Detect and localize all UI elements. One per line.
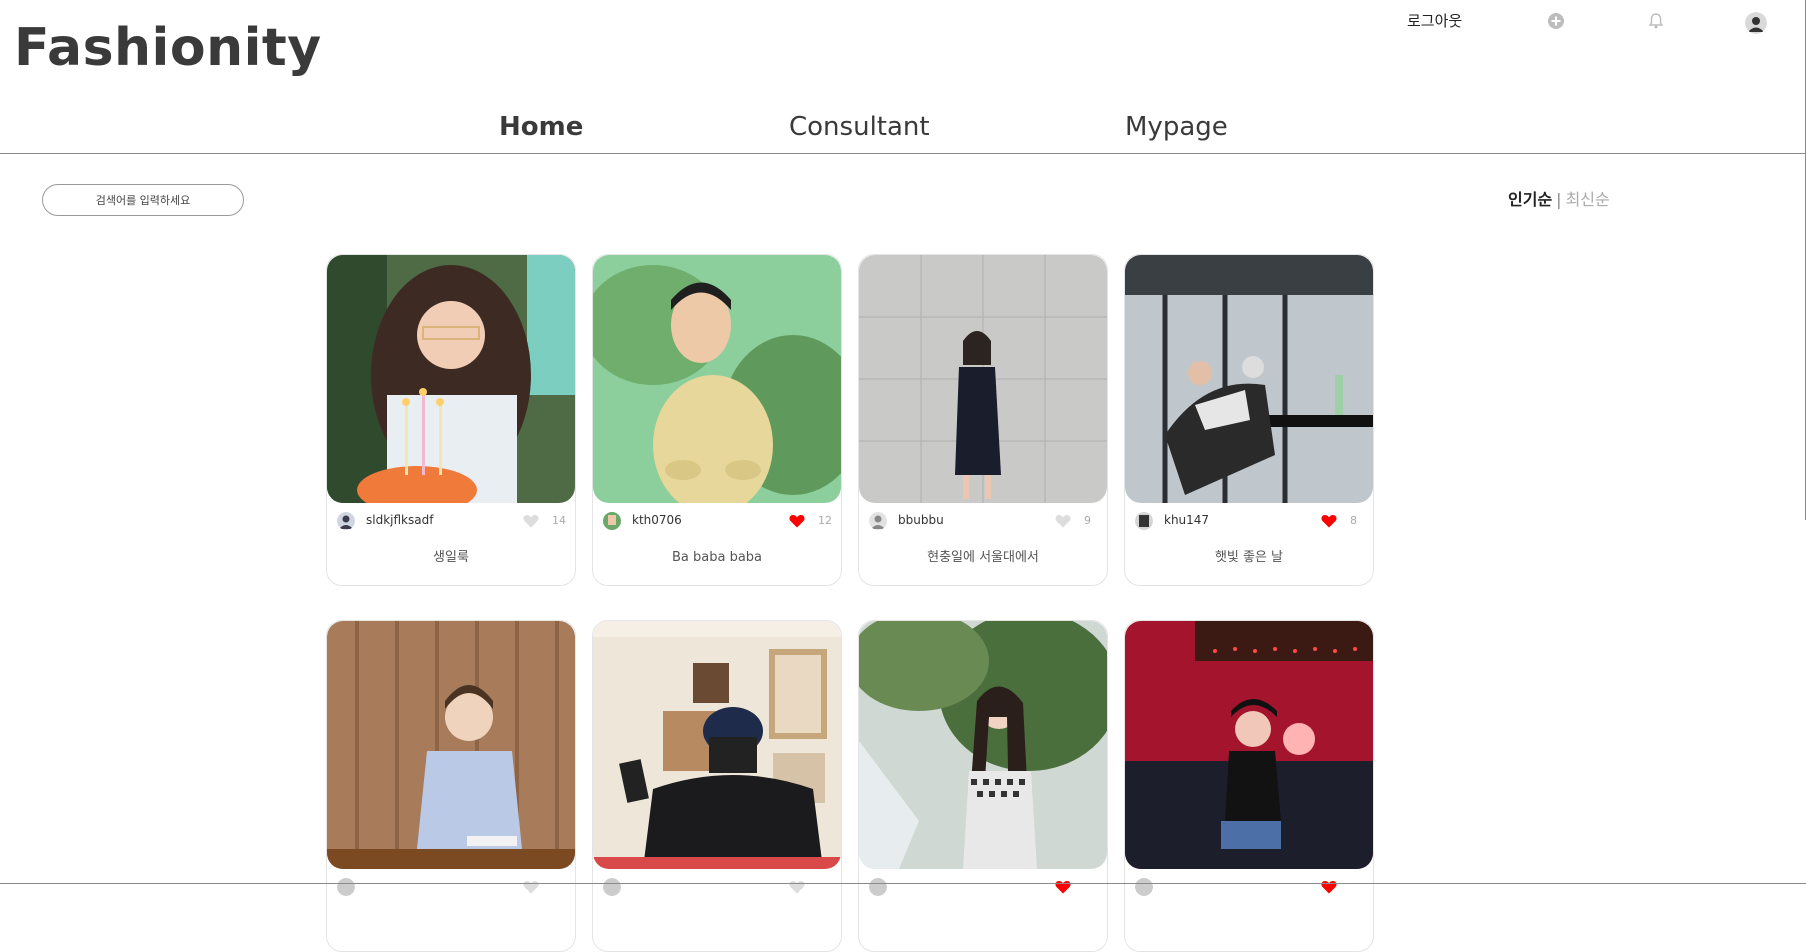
post-photo bbox=[593, 255, 841, 503]
post-caption bbox=[593, 903, 841, 951]
post-photo bbox=[859, 621, 1107, 869]
heart-icon[interactable] bbox=[1321, 513, 1337, 528]
heart-icon[interactable] bbox=[1055, 513, 1071, 528]
author-avatar[interactable] bbox=[603, 878, 621, 896]
author-avatar[interactable] bbox=[603, 512, 621, 530]
post-photo bbox=[327, 621, 575, 869]
author-avatar[interactable] bbox=[1135, 878, 1153, 896]
sort-toggle: 인기순 | 최신순 bbox=[1508, 186, 1610, 210]
author-avatar[interactable] bbox=[1135, 512, 1153, 530]
nav-consultant[interactable]: Consultant bbox=[789, 112, 930, 142]
post-caption: 생일룩 bbox=[433, 550, 469, 565]
heart-icon[interactable] bbox=[523, 879, 539, 894]
post-caption: Ba baba baba bbox=[671, 550, 763, 565]
plus-circle-icon[interactable] bbox=[1547, 12, 1565, 30]
post-caption: 햇빛 좋은 날 bbox=[1214, 550, 1284, 565]
like-count: 9 bbox=[1084, 514, 1091, 527]
sort-separator: | bbox=[1556, 190, 1562, 209]
heart-icon[interactable] bbox=[523, 513, 539, 528]
user-avatar[interactable] bbox=[1745, 12, 1767, 34]
heart-icon[interactable] bbox=[1321, 879, 1337, 894]
author-avatar[interactable] bbox=[869, 512, 887, 530]
post-caption: 현충일에 서울대에서 bbox=[927, 550, 1039, 565]
heart-icon[interactable] bbox=[789, 513, 805, 528]
bell-icon[interactable] bbox=[1647, 12, 1665, 30]
post-card[interactable] bbox=[326, 620, 576, 952]
author-username[interactable]: khu147 bbox=[1164, 513, 1209, 527]
author-avatar[interactable] bbox=[337, 512, 355, 530]
author-username[interactable]: sldkjflksadf bbox=[366, 513, 433, 527]
nav-home[interactable]: Home bbox=[499, 112, 583, 142]
post-caption bbox=[859, 903, 1107, 951]
like-count: 14 bbox=[552, 514, 566, 527]
post-caption bbox=[1125, 903, 1373, 951]
post-caption bbox=[327, 903, 575, 951]
author-avatar[interactable] bbox=[337, 878, 355, 896]
post-photo bbox=[859, 255, 1107, 503]
post-card[interactable] bbox=[1124, 620, 1374, 952]
post-card[interactable]: bbubbu 9 현충일에 서울대에서 bbox=[858, 254, 1108, 586]
search-input[interactable] bbox=[42, 184, 244, 216]
sort-latest[interactable]: 최신순 bbox=[1566, 190, 1610, 209]
author-username[interactable]: kth0706 bbox=[632, 513, 682, 527]
post-card[interactable]: khu147 8 햇빛 좋은 날 bbox=[1124, 254, 1374, 586]
post-photo bbox=[1125, 255, 1373, 503]
like-count: 12 bbox=[818, 514, 832, 527]
nav-mypage[interactable]: Mypage bbox=[1125, 112, 1228, 142]
post-card[interactable]: kth0706 12 Ba baba baba bbox=[592, 254, 842, 586]
like-count: 8 bbox=[1350, 514, 1357, 527]
heart-icon[interactable] bbox=[789, 879, 805, 894]
post-card[interactable] bbox=[592, 620, 842, 952]
post-photo bbox=[1125, 621, 1373, 869]
heart-icon[interactable] bbox=[1055, 879, 1071, 894]
post-photo bbox=[593, 621, 841, 869]
author-username[interactable]: bbubbu bbox=[898, 513, 944, 527]
logout-button[interactable]: 로그아웃 bbox=[1407, 10, 1462, 31]
author-avatar[interactable] bbox=[869, 878, 887, 896]
app-logo[interactable]: Fashionity bbox=[14, 18, 322, 78]
post-photo bbox=[327, 255, 575, 503]
main-nav: Home Consultant Mypage bbox=[0, 112, 1806, 152]
nav-divider bbox=[0, 153, 1806, 154]
post-card[interactable] bbox=[858, 620, 1108, 952]
sort-popular[interactable]: 인기순 bbox=[1508, 190, 1552, 209]
post-card[interactable]: sldkjflksadf 14 생일룩 bbox=[326, 254, 576, 586]
